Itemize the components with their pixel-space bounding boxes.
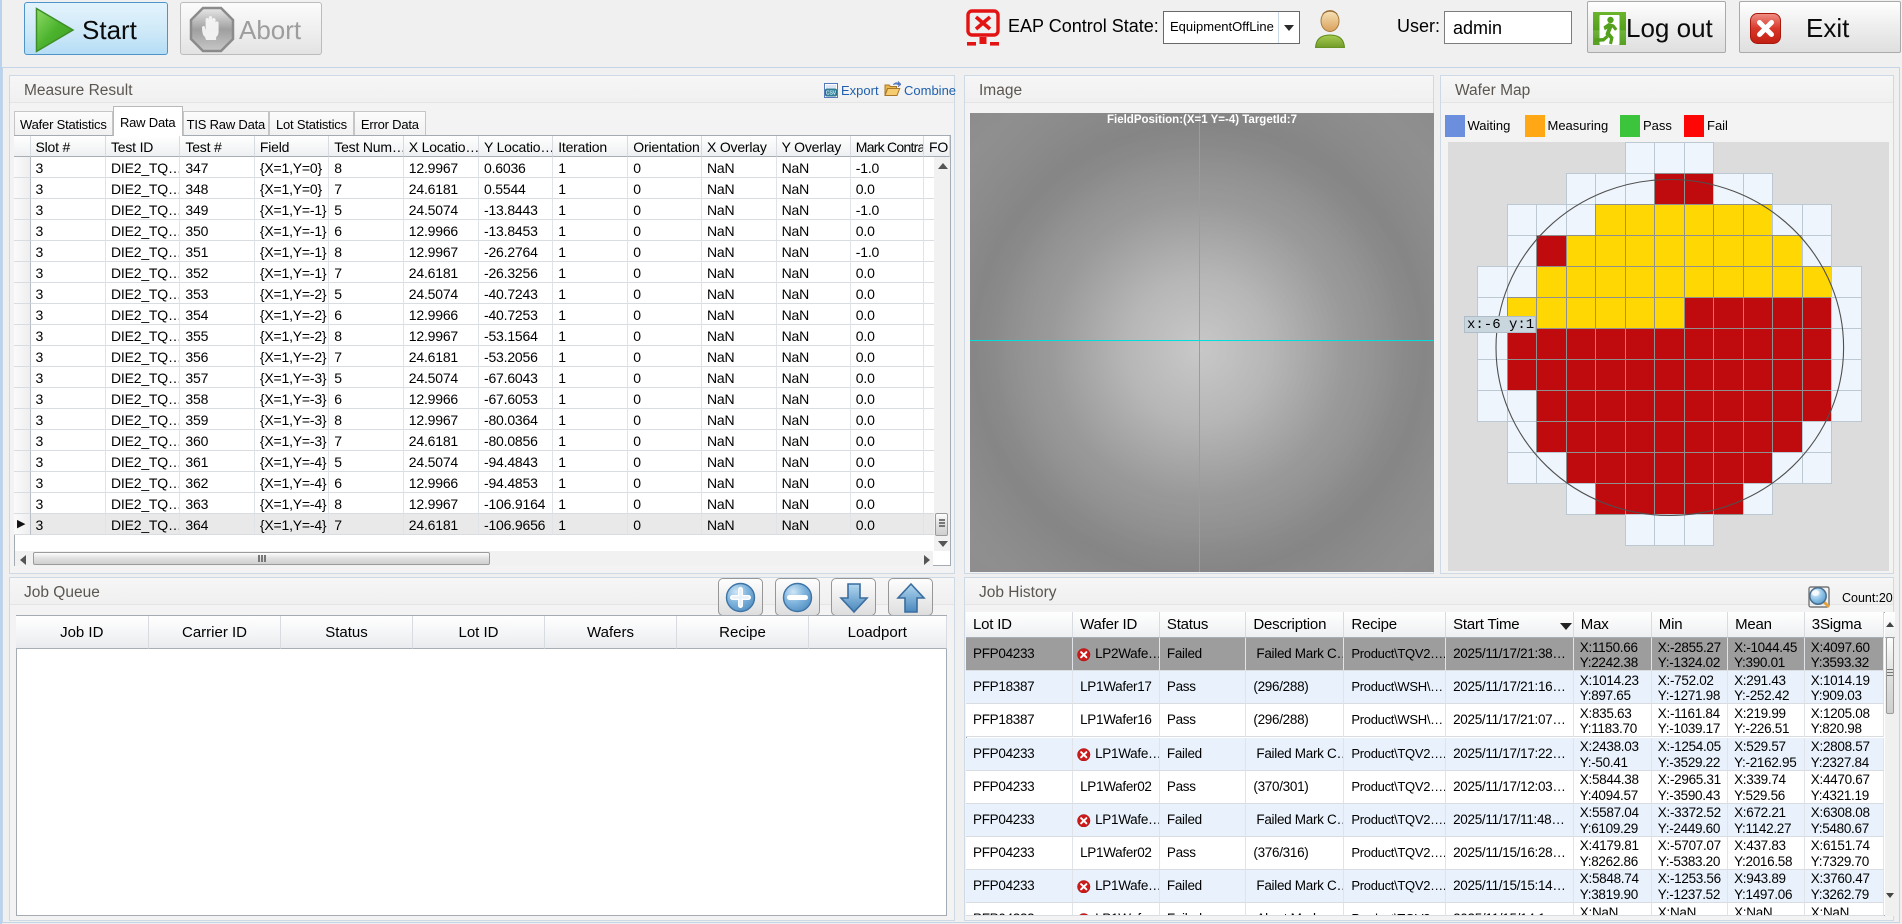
svg-text:CSV: CSV [826,91,837,97]
